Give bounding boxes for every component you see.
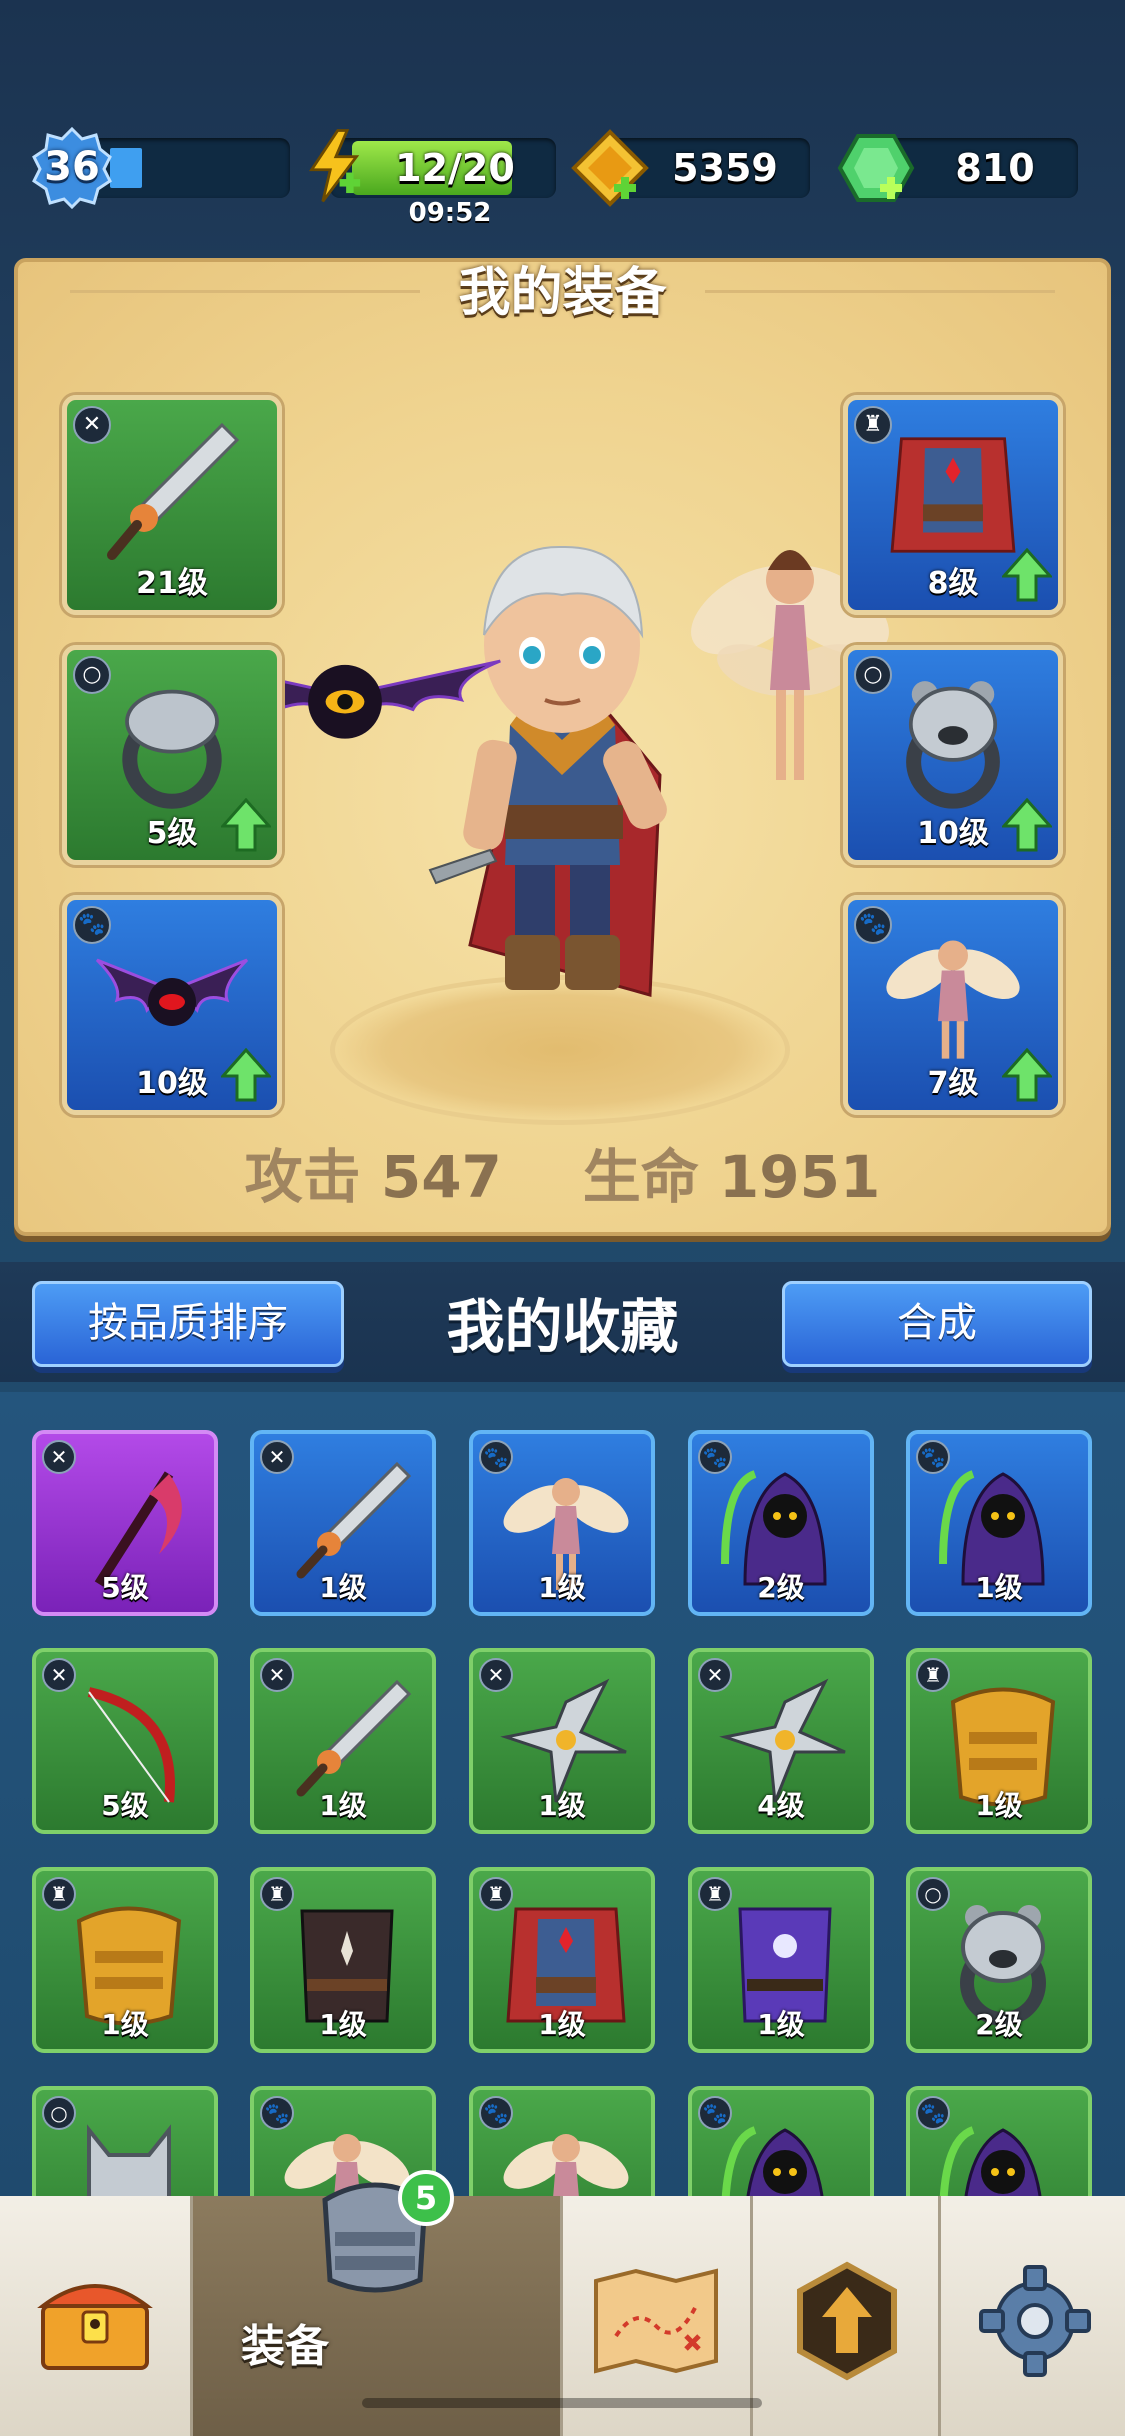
paw-type-icon: 🐾: [916, 2096, 950, 2130]
gem-value: 810: [955, 146, 1035, 190]
weapon-type-icon: ✕: [479, 1658, 513, 1692]
weapon-type-icon: ✕: [42, 1440, 76, 1474]
collection-item-purple-robe[interactable]: ♜ 1级: [688, 1867, 874, 2053]
armor-type-icon: ♜: [260, 1877, 294, 1911]
paw-type-icon: 🐾: [698, 1440, 732, 1474]
upgrade-arrow-icon: [1002, 798, 1052, 852]
paw-type-icon: 🐾: [479, 1440, 513, 1474]
equip-slot-ring[interactable]: ○ 5级: [62, 645, 282, 865]
gold-coin-icon[interactable]: [570, 128, 650, 208]
home-indicator[interactable]: [362, 2398, 762, 2408]
collection-item-bow[interactable]: ✕ 5级: [32, 1648, 218, 1834]
xp-bar-fill: [110, 148, 142, 188]
equip-slot-armor[interactable]: ♜ 8级: [843, 395, 1063, 615]
resource-bar: 36 12/20 09:52 5359 810: [0, 120, 1125, 230]
upgrade-arrow-icon: [1002, 1048, 1052, 1102]
collection-item-fairy[interactable]: 🐾 1级: [469, 1430, 655, 1616]
gear-icon: [979, 2265, 1091, 2377]
tab-equipment-label: 装备: [241, 2321, 329, 2372]
bat-icon: [95, 958, 249, 1026]
equip-slot-pet-2[interactable]: 🐾 7级: [843, 895, 1063, 1115]
item-level: 1级: [101, 2008, 149, 2041]
upgrade-arrow-icon: [221, 1048, 271, 1102]
item-level: 1级: [975, 1571, 1023, 1604]
gem-icon[interactable]: [836, 128, 916, 208]
energy-timer: 09:52: [408, 198, 492, 228]
paw-type-icon: 🐾: [479, 2096, 513, 2130]
treasure-chest-icon: [37, 2284, 153, 2370]
collection-item-shuriken[interactable]: ✕ 4级: [688, 1648, 874, 1834]
armor-type-icon: ♜: [42, 1877, 76, 1911]
hp-value: 1951: [718, 1143, 881, 1211]
collection-item-shuriken[interactable]: ✕ 1级: [469, 1648, 655, 1834]
hp-label: 生命: [582, 1143, 699, 1211]
armor-type-icon: ♜: [479, 1877, 513, 1911]
player-level: 36: [44, 144, 100, 190]
merge-button[interactable]: 合成: [782, 1281, 1092, 1367]
item-level: 1级: [975, 1789, 1023, 1822]
energy-bolt-icon[interactable]: [306, 126, 362, 206]
collection-item-sword[interactable]: ✕ 1级: [250, 1430, 436, 1616]
attack-value: 547: [380, 1143, 502, 1211]
item-level: 1级: [757, 2008, 805, 2041]
armor-type-icon: ♜: [698, 1877, 732, 1911]
collection-item-scythe[interactable]: ✕ 5级: [32, 1430, 218, 1616]
bear-ring-icon: [906, 681, 1000, 809]
sword-icon: [107, 422, 240, 560]
paw-type-icon: 🐾: [916, 1440, 950, 1474]
weapon-type-icon: ✕: [260, 1440, 294, 1474]
armor-type-icon: ♜: [916, 1658, 950, 1692]
item-level: 1级: [538, 2008, 586, 2041]
item-level: 2级: [757, 1571, 805, 1604]
collection-item-cape-armor[interactable]: ♜ 1级: [469, 1867, 655, 2053]
paw-type-icon: 🐾: [698, 2096, 732, 2130]
item-level: 1级: [319, 2008, 367, 2041]
upgrade-arrow-icon: [797, 2261, 897, 2381]
equipment-notification-badge: 5: [398, 2170, 454, 2226]
weapon-type-icon: ✕: [260, 1658, 294, 1692]
collection-item-sword[interactable]: ✕ 1级: [250, 1648, 436, 1834]
equipment-panel-title: 我的装备: [458, 263, 667, 323]
fairy-icon: [886, 940, 1020, 1059]
paw-type-icon: 🐾: [73, 906, 111, 944]
collection-item-gold-armor[interactable]: ♜ 1级: [906, 1648, 1092, 1834]
equip-slot-pet-1[interactable]: 🐾 10级: [62, 895, 282, 1115]
weapon-type-icon: ✕: [698, 1658, 732, 1692]
item-level: 1级: [319, 1789, 367, 1822]
gold-value: 5359: [672, 146, 778, 190]
equip-slot-ring-2[interactable]: ○ 10级: [843, 645, 1063, 865]
map-icon: [594, 2268, 718, 2374]
energy-value: 12/20: [395, 146, 515, 190]
collection-item-bear-ring[interactable]: ○ 2级: [906, 1867, 1092, 2053]
slot-level: 21级: [136, 566, 208, 601]
collection-item-dark-vest[interactable]: ♜ 1级: [250, 1867, 436, 2053]
weapon-type-icon: ✕: [42, 1658, 76, 1692]
equip-slot-weapon[interactable]: ✕ 21级: [62, 395, 282, 615]
tab-settings[interactable]: [938, 2196, 1125, 2436]
item-level: 4级: [757, 1789, 805, 1822]
upgrade-arrow-icon: [221, 798, 271, 852]
attack-label: 攻击: [244, 1143, 361, 1211]
collection-item-reaper[interactable]: 🐾 2级: [688, 1430, 874, 1616]
ring-type-icon: ○: [42, 2096, 76, 2130]
tab-chest[interactable]: [0, 2196, 190, 2436]
item-level: 2级: [975, 2008, 1023, 2041]
collection-item-gold-armor[interactable]: ♜ 1级: [32, 1867, 218, 2053]
item-level: 1级: [319, 1571, 367, 1604]
tab-upgrade[interactable]: [750, 2196, 938, 2436]
item-level: 5级: [101, 1571, 149, 1604]
collection-item-reaper[interactable]: 🐾 1级: [906, 1430, 1092, 1616]
upgrade-arrow-icon: [1002, 548, 1052, 602]
item-level: 5级: [101, 1789, 149, 1822]
hero-stats: 攻击 547 生命 1951: [0, 1130, 1125, 1214]
item-level: 1级: [538, 1571, 586, 1604]
paw-type-icon: 🐾: [260, 2096, 294, 2130]
hero-character[interactable]: [410, 455, 710, 1075]
item-level: 1级: [538, 1789, 586, 1822]
ring-type-icon: ○: [916, 1877, 950, 1911]
